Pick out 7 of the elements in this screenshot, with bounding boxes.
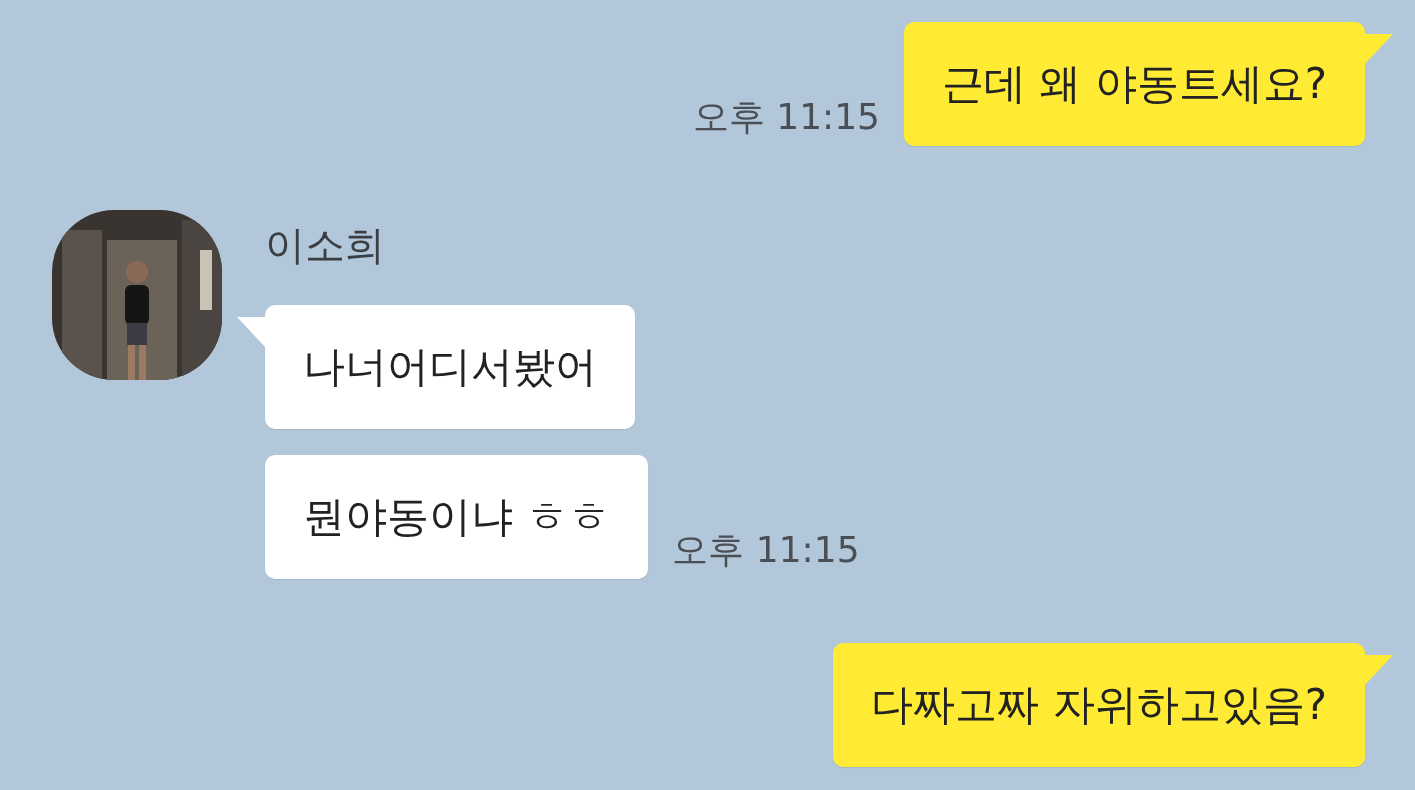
message-time: 오후 11:15 [692,95,880,139]
message-bubble: 뭔야동이냐 ㅎㅎ [265,455,649,579]
message-time: 오후 11:15 [672,528,860,572]
bubble-tail-icon [237,317,267,349]
sender-name: 이소희 [265,221,385,270]
bubble-tail-icon [1363,655,1393,687]
bubble-tail-icon [1363,34,1393,66]
